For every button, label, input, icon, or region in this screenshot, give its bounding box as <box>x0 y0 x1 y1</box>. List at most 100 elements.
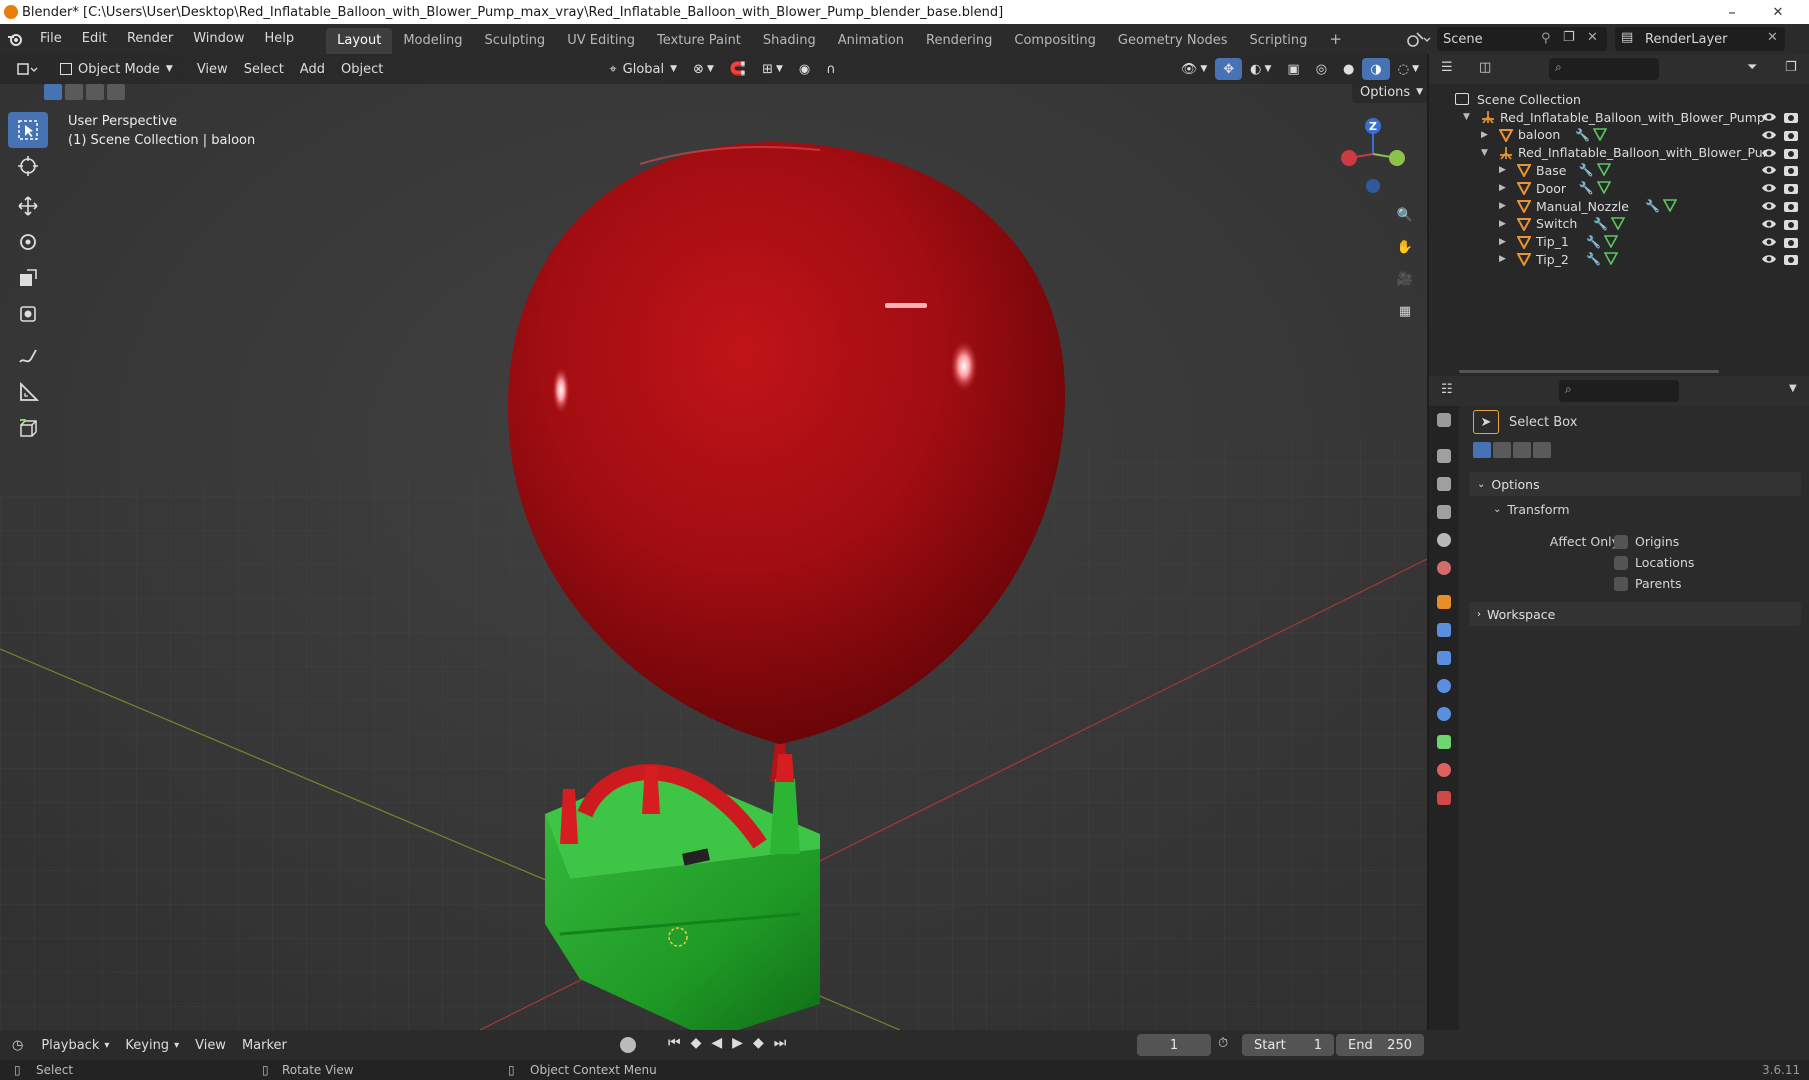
start-frame-field[interactable]: Start 1 <box>1242 1034 1334 1056</box>
gizmo-x-icon[interactable] <box>1341 150 1357 166</box>
minimize-button[interactable]: – <box>1709 0 1755 24</box>
chevron-down-icon[interactable]: ▼ <box>1789 383 1797 394</box>
zoom-icon[interactable]: 🔍 <box>1392 202 1418 228</box>
select-box-tool[interactable] <box>8 112 48 148</box>
options-dropdown[interactable]: Options ▼ <box>1352 81 1427 103</box>
expand-right-icon[interactable]: ▶ <box>1481 130 1488 140</box>
mode-selector[interactable]: Object Mode ▼ <box>52 58 181 80</box>
solid-shading-icon[interactable]: ● <box>1335 58 1362 80</box>
tool-tab-icon[interactable] <box>1429 406 1459 434</box>
options-panel-header[interactable]: ⌄ Options <box>1469 472 1801 496</box>
expand-down-icon[interactable]: ▼ <box>1463 112 1470 122</box>
modifier-icon[interactable]: 🔧 <box>1586 252 1601 266</box>
camera-view-icon[interactable]: 🎥 <box>1392 266 1418 292</box>
checkbox-locations[interactable] <box>1614 556 1628 570</box>
material-shading-icon[interactable]: ◑ <box>1362 58 1390 80</box>
mesh-data-icon[interactable] <box>1603 251 1619 268</box>
timeline-menu-keying[interactable]: Keying ▾ <box>117 1034 187 1056</box>
pin-icon[interactable]: ⚲ <box>1541 31 1551 46</box>
expand-right-icon[interactable]: ▶ <box>1499 237 1506 247</box>
world-tab-icon[interactable] <box>1429 554 1459 582</box>
filter-icon[interactable]: ⏷ <box>1747 60 1757 75</box>
expand-right-icon[interactable]: ▶ <box>1499 165 1506 175</box>
wireframe-shading-icon[interactable]: ◎ <box>1308 58 1335 80</box>
render-camera-icon[interactable] <box>1783 252 1799 269</box>
checkbox-parents[interactable] <box>1614 577 1628 591</box>
tab-compositing[interactable]: Compositing <box>1003 28 1107 54</box>
mesh-data-icon[interactable] <box>1603 234 1619 251</box>
tab-animation[interactable]: Animation <box>827 28 915 54</box>
extend-selection-icon[interactable] <box>1493 442 1511 458</box>
object-tab-icon[interactable] <box>1429 588 1459 616</box>
tab-uv-editing[interactable]: UV Editing <box>556 28 646 54</box>
visibility-icon[interactable]: 👁 ▼ <box>1173 58 1215 80</box>
pan-hand-icon[interactable]: ✋ <box>1392 234 1418 260</box>
measure-tool[interactable] <box>8 374 48 410</box>
expand-right-icon[interactable]: ▶ <box>1499 183 1506 193</box>
timeline-menu-view[interactable]: View <box>187 1034 234 1056</box>
modifier-icon[interactable]: 🔧 <box>1579 163 1594 177</box>
add-workspace-button[interactable]: + <box>1318 26 1353 52</box>
play-reverse-icon[interactable]: ◀ <box>711 1035 722 1051</box>
modifier-icon[interactable]: 🔧 <box>1579 181 1594 195</box>
material-tab-icon[interactable] <box>1429 756 1459 784</box>
expand-down-icon[interactable]: ▼ <box>1481 148 1488 158</box>
cursor-tool[interactable] <box>8 148 48 184</box>
menu-help[interactable]: Help <box>255 24 305 54</box>
snap-target-icon[interactable]: ⊞ ▼ <box>754 58 791 80</box>
intersect-selection-icon[interactable] <box>107 84 125 100</box>
add-cube-tool[interactable] <box>8 410 48 446</box>
scene-selector[interactable]: Scene ⚲ ❐ ✕ <box>1437 27 1607 51</box>
view-layer-selector[interactable]: ▤ RenderLayer ✕ <box>1615 27 1785 51</box>
menu-window[interactable]: Window <box>183 24 254 54</box>
particles-tab-icon[interactable] <box>1429 644 1459 672</box>
visibility-eye-icon[interactable] <box>1761 252 1777 269</box>
view-layer-tab-icon[interactable] <box>1429 498 1459 526</box>
tab-geometry-nodes[interactable]: Geometry Nodes <box>1107 28 1239 54</box>
outliner-scrollbar[interactable] <box>1459 370 1719 373</box>
modifier-icon[interactable]: 🔧 <box>1593 217 1608 231</box>
viewport-scene[interactable] <box>0 54 1427 1030</box>
tab-rendering[interactable]: Rendering <box>915 28 1003 54</box>
rendered-shading-icon[interactable]: ◌ ▼ <box>1390 58 1427 80</box>
xray-toggle-icon[interactable]: ▣ <box>1279 58 1307 80</box>
delete-view-layer-icon[interactable]: ✕ <box>1767 30 1778 45</box>
properties-panel[interactable]: ☷ ⌕ ▼ ➤ Select Box ⌄ Options ⌄ Transform… <box>1429 376 1809 1030</box>
gizmo-y-icon[interactable] <box>1389 150 1405 166</box>
subtract-selection-icon[interactable] <box>1513 442 1531 458</box>
3d-viewport[interactable]: Object Mode ▼ View Select Add Object ⌖ Glob… <box>0 54 1427 1030</box>
constraints-tab-icon[interactable] <box>1429 700 1459 728</box>
set-selection-icon[interactable] <box>1473 442 1491 458</box>
tab-shading[interactable]: Shading <box>752 28 827 54</box>
falloff-icon[interactable]: ∩ <box>818 58 844 80</box>
tab-scripting[interactable]: Scripting <box>1239 28 1319 54</box>
modifier-icon[interactable]: 🔧 <box>1575 128 1590 142</box>
delete-scene-icon[interactable]: ✕ <box>1587 30 1598 45</box>
jump-prev-keyframe-icon[interactable]: ◆ <box>691 1035 702 1051</box>
end-frame-field[interactable]: End 250 <box>1336 1034 1424 1056</box>
mesh-data-icon[interactable] <box>1596 162 1611 179</box>
annotate-tool[interactable] <box>8 338 48 374</box>
navigation-gizmo[interactable]: Z <box>1335 114 1415 204</box>
mesh-data-icon[interactable] <box>1662 198 1678 215</box>
menu-render[interactable]: Render <box>117 24 183 54</box>
scene-tab-icon[interactable] <box>1429 526 1459 554</box>
set-selection-icon[interactable] <box>44 84 62 100</box>
tab-layout[interactable]: Layout <box>326 28 393 54</box>
rotate-tool[interactable] <box>8 224 48 260</box>
scene-browse-icon[interactable] <box>1405 29 1431 53</box>
proportional-editing-icon[interactable]: ◉ <box>791 58 818 80</box>
snap-icon[interactable]: 🧲 <box>722 58 754 80</box>
properties-editor-icon[interactable]: ☷ <box>1441 382 1453 397</box>
mesh-data-icon[interactable] <box>1596 180 1611 197</box>
transform-tool[interactable] <box>8 296 48 332</box>
perspective-toggle-icon[interactable]: ▦ <box>1392 298 1418 324</box>
tab-modeling[interactable]: Modeling <box>392 28 473 54</box>
outliner-panel[interactable]: ☰ ◫ ⌕ ⏷ ❐ Scene Collection ▼ Red_Inflatab… <box>1429 54 1809 376</box>
menu-edit[interactable]: Edit <box>72 24 117 54</box>
play-icon[interactable]: ▶ <box>732 1035 743 1051</box>
checkbox-origins[interactable] <box>1614 535 1628 549</box>
orientation-selector[interactable]: ⌖ Global ▼ <box>601 58 685 80</box>
texture-tab-icon[interactable] <box>1429 784 1459 812</box>
viewport-menu-add[interactable]: Add <box>292 58 333 80</box>
